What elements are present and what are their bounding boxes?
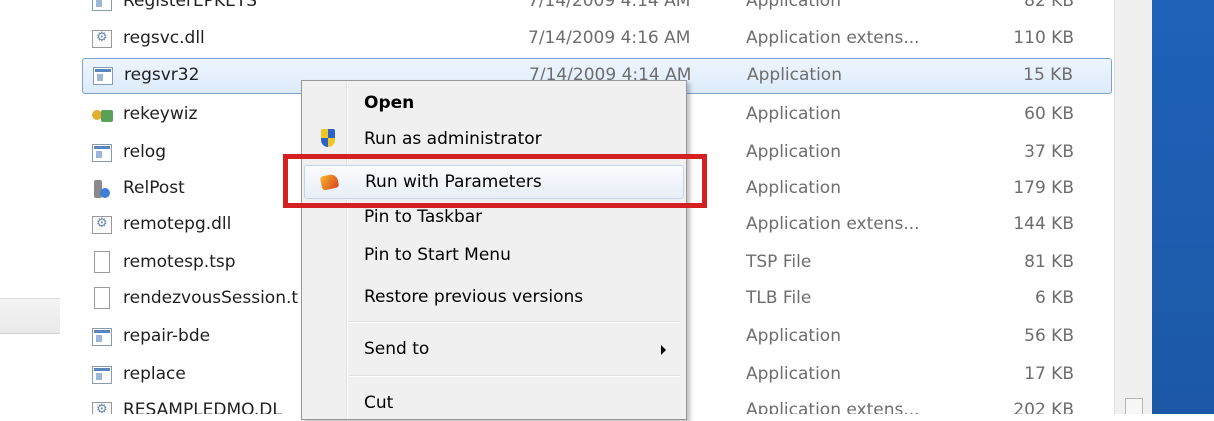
file-name: RelPost bbox=[123, 178, 185, 198]
menu-item-run-as-administrator[interactable]: Run as administrator bbox=[304, 123, 684, 157]
file-name: replace bbox=[123, 364, 186, 384]
menu-item-restore-previous-versions[interactable]: Restore previous versions bbox=[304, 281, 684, 315]
file-size: 202 KB bbox=[1013, 400, 1074, 414]
file-name: RESAMPLEDMO.DL bbox=[123, 400, 282, 414]
application-icon bbox=[92, 144, 112, 162]
context-menu: Open Run as administrator Run with Param… bbox=[301, 80, 687, 420]
file-type: Application extens... bbox=[746, 28, 920, 48]
file-size: 6 KB bbox=[1034, 288, 1074, 308]
file-row[interactable]: regsvc.dll 7/14/2009 4:16 AM Application… bbox=[82, 22, 1112, 58]
file-size: 179 KB bbox=[1013, 178, 1074, 198]
menu-separator bbox=[350, 321, 680, 323]
file-date: 7/14/2009 4:16 AM bbox=[528, 28, 691, 48]
file-type: Application bbox=[746, 178, 841, 198]
file-name: remotesp.tsp bbox=[123, 252, 236, 272]
file-size: 144 KB bbox=[1013, 214, 1074, 234]
file-name: regsvc.dll bbox=[123, 28, 205, 48]
menu-item-pin-to-start-menu[interactable]: Pin to Start Menu bbox=[304, 239, 684, 273]
vertical-scrollbar[interactable] bbox=[1114, 0, 1153, 414]
file-name: relog bbox=[123, 142, 166, 162]
menu-item-label: Open bbox=[364, 93, 415, 113]
uac-shield-icon bbox=[318, 129, 338, 149]
file-type: Application bbox=[746, 326, 841, 346]
menu-item-label: Cut bbox=[364, 393, 394, 413]
file-type: TSP File bbox=[746, 252, 812, 272]
menu-separator bbox=[350, 375, 680, 377]
file-size: 17 KB bbox=[1024, 364, 1074, 384]
file-size: 82 KB bbox=[1024, 0, 1074, 11]
file-type: Application bbox=[746, 0, 841, 11]
navigation-pane bbox=[0, 0, 60, 414]
key-wizard-icon bbox=[92, 106, 114, 124]
file-size: 60 KB bbox=[1024, 104, 1074, 124]
file-type: Application extens... bbox=[746, 214, 920, 234]
application-icon bbox=[92, 328, 112, 346]
file-size: 56 KB bbox=[1024, 326, 1074, 346]
dll-icon bbox=[92, 30, 112, 48]
menu-item-cut[interactable]: Cut bbox=[304, 387, 684, 421]
dll-icon bbox=[92, 402, 112, 414]
file-type: TLB File bbox=[746, 288, 812, 308]
file-name: remotepg.dll bbox=[123, 214, 232, 234]
menu-item-open[interactable]: Open bbox=[304, 87, 684, 121]
file-type: Application bbox=[747, 65, 842, 85]
file-type: Application bbox=[746, 142, 841, 162]
application-icon bbox=[92, 0, 112, 11]
menu-item-label: Send to bbox=[364, 339, 430, 359]
menu-item-label: Pin to Taskbar bbox=[364, 207, 483, 227]
application-icon bbox=[93, 67, 113, 85]
file-row[interactable]: RegisterEPKEYS 7/14/2009 4:14 AM Applica… bbox=[82, 0, 1112, 21]
file-type: Application bbox=[746, 104, 841, 124]
file-name: rekeywiz bbox=[123, 104, 198, 124]
file-size: 15 KB bbox=[1023, 65, 1073, 85]
file-date: 7/14/2009 4:14 AM bbox=[528, 0, 691, 11]
file-type: Application extens... bbox=[746, 400, 920, 414]
highlight-annotation bbox=[283, 154, 707, 208]
desktop-background bbox=[1152, 0, 1214, 414]
scrollbar-thumb[interactable] bbox=[1125, 398, 1143, 414]
menu-item-send-to[interactable]: Send to bbox=[304, 333, 684, 367]
navigation-item[interactable] bbox=[0, 298, 60, 334]
file-size: 81 KB bbox=[1024, 252, 1074, 272]
menu-item-label: Pin to Start Menu bbox=[364, 245, 511, 265]
submenu-arrow-icon bbox=[661, 345, 666, 355]
file-icon bbox=[94, 251, 110, 273]
file-name: rendezvousSession.t bbox=[123, 288, 299, 308]
dll-icon bbox=[92, 216, 112, 234]
menu-item-label: Run as administrator bbox=[364, 129, 542, 149]
file-size: 37 KB bbox=[1024, 142, 1074, 162]
file-icon bbox=[94, 287, 110, 309]
menu-item-label: Restore previous versions bbox=[364, 287, 584, 307]
relpost-icon bbox=[92, 180, 112, 198]
file-name: repair-bde bbox=[123, 326, 211, 346]
file-name: regsvr32 bbox=[124, 65, 200, 85]
file-type: Application bbox=[746, 364, 841, 384]
file-name: RegisterEPKEYS bbox=[123, 0, 258, 11]
file-size: 110 KB bbox=[1013, 28, 1074, 48]
application-icon bbox=[92, 366, 112, 384]
